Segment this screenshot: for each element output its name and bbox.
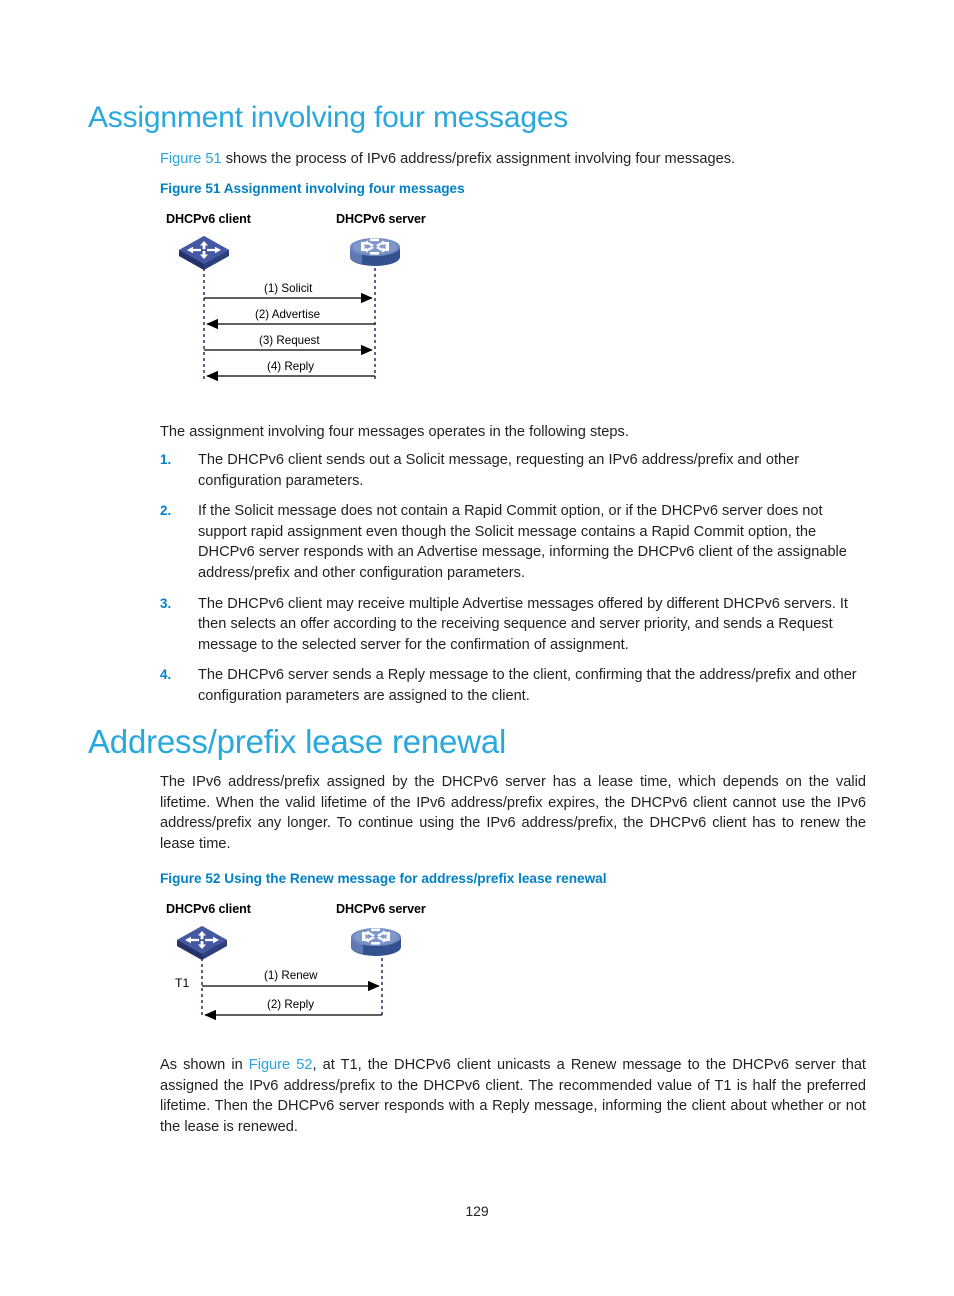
figure-51-message-1: (1) Solicit <box>264 282 313 295</box>
page-title-assignment: Assignment involving four messages <box>88 101 569 134</box>
closing-paragraph-prefix: As shown in <box>160 1057 249 1073</box>
figure-52-xref[interactable]: Figure 52 <box>249 1057 313 1073</box>
list-item: 3. The DHCPv6 client may receive multipl… <box>160 594 866 656</box>
intro-paragraph: Figure 51 shows the process of IPv6 addr… <box>160 149 866 170</box>
list-item-text: The DHCPv6 client sends out a Solicit me… <box>198 452 800 489</box>
list-item-text: The DHCPv6 server sends a Reply message … <box>198 667 857 704</box>
assignment-steps-list: 1. The DHCPv6 client sends out a Solicit… <box>160 450 866 717</box>
figure-51-message-3: (3) Request <box>259 334 320 347</box>
figure-51-xref[interactable]: Figure 51 <box>160 151 222 167</box>
figure-52-message-2: (2) Reply <box>267 998 315 1011</box>
page-title-lease-renewal: Address/prefix lease renewal <box>88 723 507 760</box>
figure-51-caption: Figure 51 Assignment involving four mess… <box>160 181 465 196</box>
page-number: 129 <box>465 1203 489 1219</box>
figure-52-caption: Figure 52 Using the Renew message for ad… <box>160 871 607 886</box>
steps-lead-in: The assignment involving four messages o… <box>160 424 629 440</box>
figure-52-diagram: DHCPv6 client DHCPv6 server T1 (1) Renew… <box>160 898 460 1023</box>
list-item-number: 4. <box>160 667 172 683</box>
list-item-number: 3. <box>160 595 172 611</box>
list-item-text: The DHCPv6 client may receive multiple A… <box>198 595 848 653</box>
list-item: 1. The DHCPv6 client sends out a Solicit… <box>160 450 866 491</box>
document-page: Assignment involving four messages Figur… <box>0 0 954 1296</box>
list-item-number: 1. <box>160 452 172 467</box>
list-item-text: If the Solicit message does not contain … <box>198 503 847 581</box>
figure-51-message-4: (4) Reply <box>267 360 315 373</box>
list-item-number: 2. <box>160 503 172 519</box>
list-item: 2. If the Solicit message does not conta… <box>160 501 866 583</box>
lease-renewal-paragraph: The IPv6 address/prefix assigned by the … <box>160 774 866 852</box>
figure-52-time-marker: T1 <box>175 976 190 990</box>
figure-51-diagram: DHCPv6 client DHCPv6 server (1) Solicit … <box>160 208 460 393</box>
figure-52-message-1: (1) Renew <box>264 969 318 982</box>
figure-51-message-2: (2) Advertise <box>255 308 321 321</box>
list-item: 4. The DHCPv6 server sends a Reply messa… <box>160 665 866 706</box>
closing-paragraph: As shown in Figure 52, at T1, the DHCPv6… <box>160 1055 866 1137</box>
intro-paragraph-rest: shows the process of IPv6 address/prefix… <box>221 151 736 167</box>
